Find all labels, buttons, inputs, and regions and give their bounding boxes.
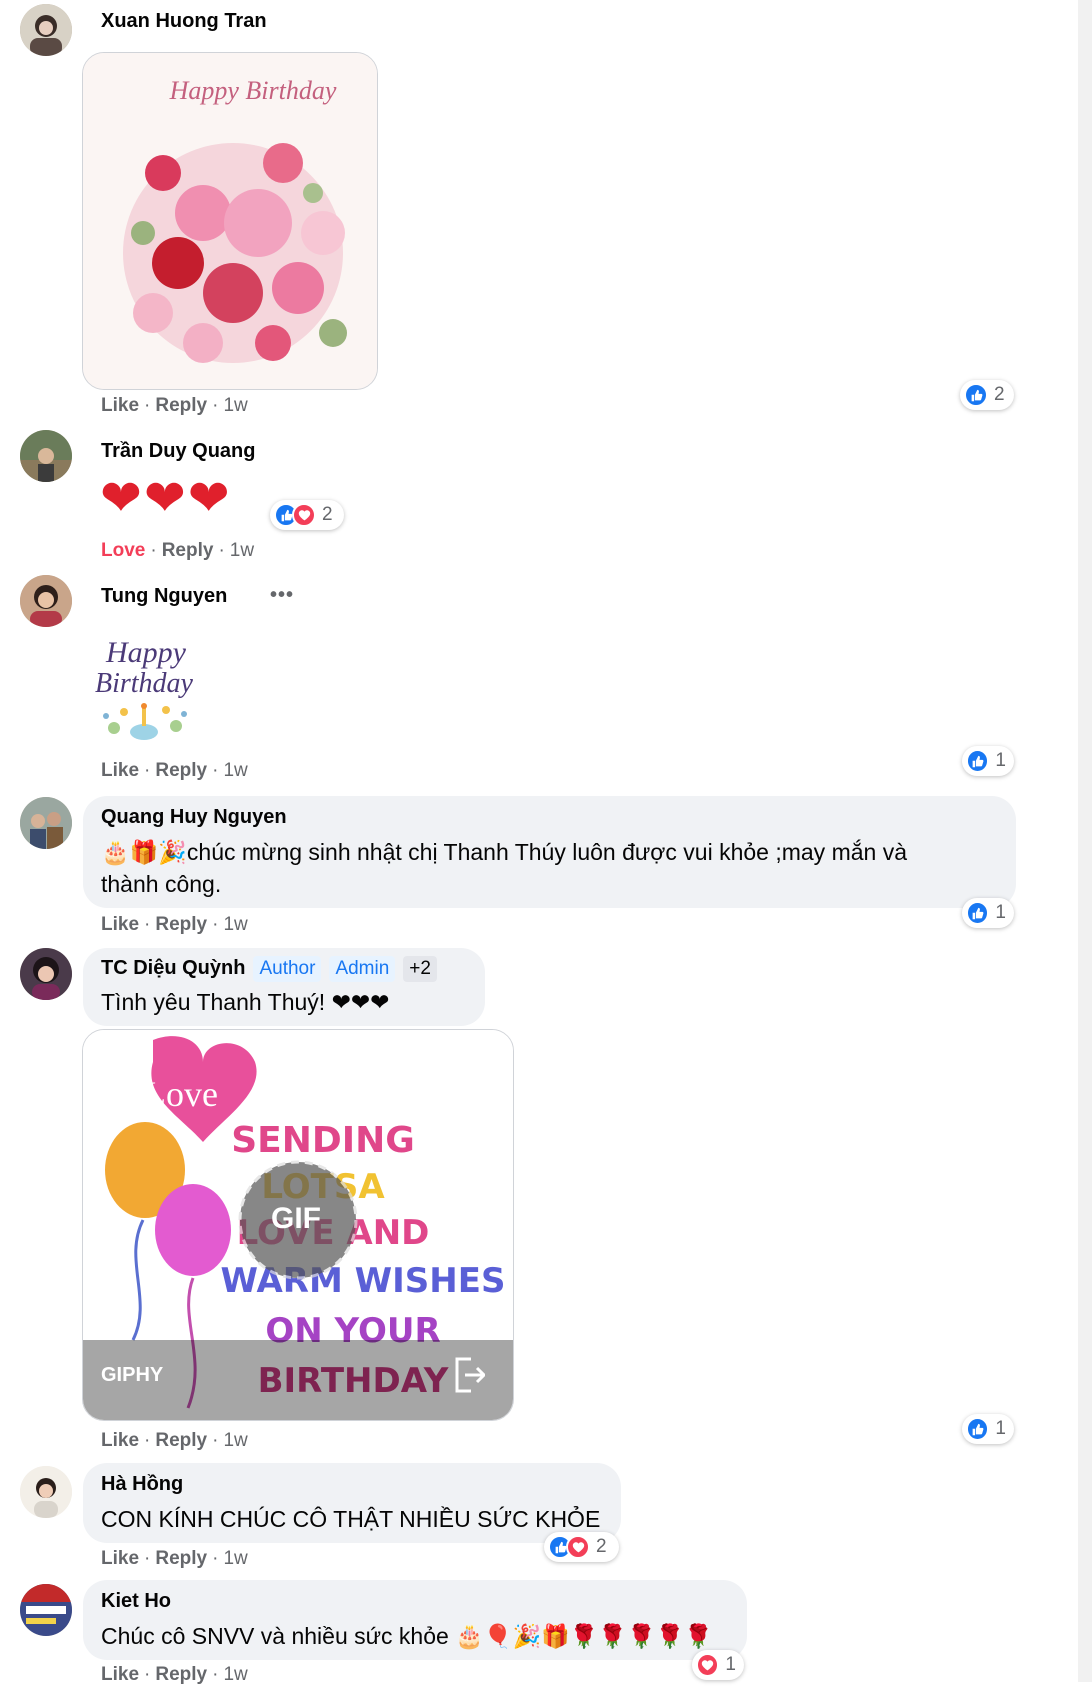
gif-attachment[interactable]: Love SENDING LOTSA LOVE AND WARM WISHES … <box>82 1029 514 1421</box>
reaction-count: 1 <box>995 1418 1006 1439</box>
reaction-summary[interactable]: 1 <box>962 1414 1014 1444</box>
like-button[interactable]: Like <box>101 1430 139 1451</box>
like-button[interactable]: Like <box>101 1548 139 1569</box>
giphy-label: GIPHY <box>101 1364 164 1386</box>
open-external-icon[interactable] <box>453 1356 487 1394</box>
commenter-name[interactable]: Trần Duy Quang <box>101 440 255 463</box>
avatar[interactable] <box>20 948 72 1000</box>
timestamp[interactable]: 1w <box>223 760 247 781</box>
reaction-count: 1 <box>995 750 1006 771</box>
commenter-name-row: TC Diệu Quỳnh Author Admin +2 <box>101 956 437 982</box>
more-options-icon[interactable]: ••• <box>270 584 294 607</box>
commenter-name[interactable]: Xuan Huong Tran <box>101 10 267 33</box>
comment-actions: Like · Reply · 1w <box>101 1430 248 1451</box>
avatar[interactable] <box>20 1584 72 1636</box>
comment-actions: Love · Reply · 1w <box>101 540 255 561</box>
reaction-summary[interactable]: 1 <box>962 746 1014 776</box>
more-badges[interactable]: +2 <box>403 956 437 982</box>
like-button[interactable]: Like <box>101 760 139 781</box>
reaction-summary[interactable]: 2 <box>544 1532 619 1562</box>
reply-button[interactable]: Reply <box>155 1548 207 1569</box>
gif-label[interactable]: GIF <box>271 1202 321 1236</box>
comment-text: Chúc cô SNVV và nhiều sức khỏe 🎂🎈🎉🎁🌹🌹🌹🌹🌹 <box>101 1623 713 1649</box>
comment-actions: Like · Reply · 1w <box>101 1548 248 1569</box>
reaction-count: 1 <box>995 902 1006 923</box>
heart-emoji-text: ❤❤❤ <box>100 469 232 527</box>
love-icon <box>292 503 316 527</box>
reaction-summary[interactable]: 2 <box>960 380 1014 410</box>
svg-text:SENDING: SENDING <box>231 1120 415 1161</box>
avatar[interactable] <box>20 4 72 56</box>
comment-text: CON KÍNH CHÚC CÔ THẬT NHIỀU SỨC KHỎE <box>101 1506 601 1532</box>
admin-badge[interactable]: Admin <box>329 956 396 982</box>
like-icon <box>966 1417 990 1441</box>
reply-button[interactable]: Reply <box>155 914 207 935</box>
commenter-name[interactable]: Tung Nguyen <box>101 585 227 608</box>
birthday-sticker[interactable]: Happy Birthday <box>84 628 208 752</box>
avatar[interactable] <box>20 430 72 482</box>
comment-actions: Like · Reply · 1w <box>101 395 248 416</box>
timestamp[interactable]: 1w <box>223 1548 247 1569</box>
commenter-name[interactable]: Quang Huy Nguyen <box>101 806 287 829</box>
comment-actions: Like · Reply · 1w <box>101 760 248 781</box>
reply-button[interactable]: Reply <box>155 395 207 416</box>
reply-button[interactable]: Reply <box>155 1430 207 1451</box>
reaction-summary[interactable]: 2 <box>270 500 344 530</box>
comment-text: Tình yêu Thanh Thuý! ❤❤❤ <box>101 989 390 1015</box>
commenter-name[interactable]: Hà Hồng <box>101 1473 183 1496</box>
timestamp[interactable]: 1w <box>230 540 254 561</box>
author-badge[interactable]: Author <box>253 956 322 982</box>
like-button[interactable]: Like <box>101 914 139 935</box>
like-icon <box>966 901 990 925</box>
comment-actions: Like · Reply · 1w <box>101 914 248 935</box>
reaction-count: 2 <box>322 504 333 525</box>
love-button[interactable]: Love <box>101 540 145 561</box>
like-button[interactable]: Like <box>101 395 139 416</box>
love-icon <box>566 1535 590 1559</box>
reaction-count: 2 <box>994 384 1005 405</box>
timestamp[interactable]: 1w <box>223 395 247 416</box>
reply-button[interactable]: Reply <box>162 540 214 561</box>
love-icon <box>696 1653 720 1677</box>
page-scrollbar[interactable] <box>1078 0 1092 1682</box>
avatar[interactable] <box>20 575 72 627</box>
image-caption: Happy Birthday <box>169 76 337 105</box>
like-icon <box>966 749 990 773</box>
timestamp[interactable]: 1w <box>223 914 247 935</box>
svg-text:Happy: Happy <box>105 636 187 669</box>
avatar[interactable] <box>20 1466 72 1518</box>
comment-bubble: Quang Huy Nguyen 🎂🎁🎉chúc mừng sinh nhật … <box>83 796 1016 908</box>
commenter-name[interactable]: Kiet Ho <box>101 1590 171 1613</box>
reply-button[interactable]: Reply <box>155 760 207 781</box>
comment-bubble: Kiet Ho Chúc cô SNVV và nhiều sức khỏe 🎂… <box>83 1580 747 1660</box>
comment-actions: Like · Reply · 1w <box>101 1664 248 1685</box>
reaction-summary[interactable]: 1 <box>692 1650 744 1680</box>
comment-text: 🎂🎁🎉chúc mừng sinh nhật chị Thanh Thúy lu… <box>101 839 907 897</box>
svg-text:Love: Love <box>144 1074 218 1114</box>
svg-text:Birthday: Birthday <box>95 668 194 699</box>
reaction-count: 2 <box>596 1536 607 1557</box>
commenter-name[interactable]: TC Diệu Quỳnh <box>101 957 245 979</box>
comment-bubble: Hà Hồng CON KÍNH CHÚC CÔ THẬT NHIỀU SỨC … <box>83 1463 621 1543</box>
like-icon <box>964 383 988 407</box>
comment-bubble: TC Diệu Quỳnh Author Admin +2 Tình yêu Than… <box>83 948 485 1026</box>
avatar[interactable] <box>20 797 72 849</box>
reaction-summary[interactable]: 1 <box>962 898 1014 928</box>
timestamp[interactable]: 1w <box>223 1430 247 1451</box>
birthday-flowers-image[interactable]: Happy Birthday <box>82 52 378 390</box>
reaction-count: 1 <box>725 1654 736 1675</box>
